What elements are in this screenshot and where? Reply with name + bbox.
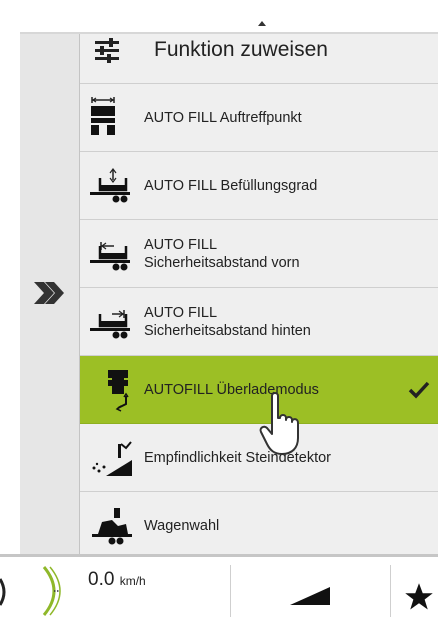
menu-item-label: Wagenwahl [144,518,220,534]
overload-mode-icon [108,370,129,412]
speed-readout: 0.0 km/h [88,569,146,591]
double-chevron-right-icon[interactable] [32,280,66,306]
function-assign-menu: Funktion zuweisen AUTO FILL Auftreffpunk… [80,34,438,554]
trailer-front-distance-icon [90,242,130,271]
speed-value: 0.0 [88,569,115,590]
scroll-up-indicator-icon[interactable] [258,21,266,26]
label-line-1: AUTO FILL [144,237,218,253]
label-line-1: AUTO FILL [144,305,218,321]
menu-item-sicherheitsabstand-hinten[interactable]: AUTO FILL Sicherheitsabstand hinten [80,288,438,356]
menu-header: Funktion zuweisen [80,34,438,84]
checkmark-icon [408,381,430,399]
menu-item-label: AUTO FILL Sicherheitsabstand hinten [144,304,311,340]
status-bar: 0.0 km/h [0,554,438,620]
pointer-hand-icon [259,392,299,455]
stone-detector-icon [92,441,132,476]
menu-item-auftreffpunkt[interactable]: AUTO FILL Auftreffpunkt [80,84,438,152]
wagon-selection-icon [92,508,132,545]
top-bar [0,0,438,34]
status-divider [230,565,231,617]
speed-gauge-icon [42,566,61,616]
trailer-fill-level-icon [90,168,130,203]
menu-item-label: AUTO FILL Auftreffpunkt [144,110,302,126]
star-favorite-icon[interactable] [404,582,434,612]
truck-impact-point-icon [91,97,115,135]
sliders-icon [95,38,119,63]
menu-item-label: AUTO FILL Befüllungsgrad [144,178,318,194]
steering-wheel-icon [0,578,6,606]
label-line-2: Sicherheitsabstand hinten [144,323,311,339]
ramp-slope-icon[interactable] [288,585,332,607]
trailer-rear-distance-icon [90,310,130,339]
left-panel [20,34,80,554]
menu-item-wagenwahl[interactable]: Wagenwahl [80,492,438,554]
menu-item-sicherheitsabstand-vorn[interactable]: AUTO FILL Sicherheitsabstand vorn [80,220,438,288]
status-divider [390,565,391,617]
menu-item-label: AUTO FILL Sicherheitsabstand vorn [144,236,300,272]
page-title: Funktion zuweisen [154,38,328,61]
label-line-2: Sicherheitsabstand vorn [144,255,300,271]
speed-unit: km/h [119,574,146,588]
menu-item-befuellungsgrad[interactable]: AUTO FILL Befüllungsgrad [80,152,438,220]
